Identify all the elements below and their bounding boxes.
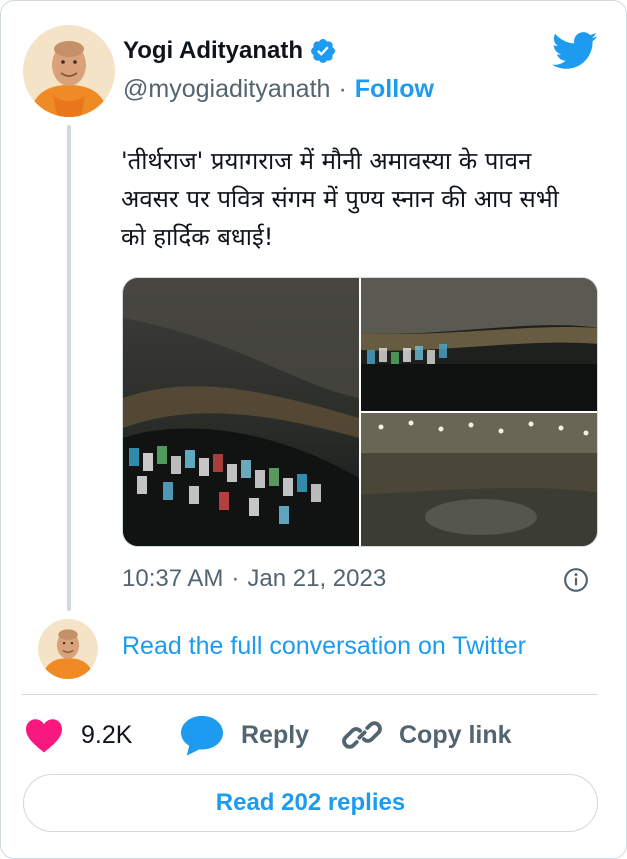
twitter-bird-icon[interactable] bbox=[552, 31, 598, 71]
tweet-timestamp[interactable]: 10:37 AM · Jan 21, 2023 bbox=[122, 565, 592, 593]
read-replies-button[interactable]: Read 202 replies bbox=[23, 774, 598, 832]
media-photo-2[interactable] bbox=[361, 278, 598, 411]
handle-separator: · bbox=[338, 75, 347, 103]
copy-link-button[interactable]: Copy link bbox=[341, 713, 512, 757]
media-photo-3[interactable] bbox=[361, 413, 598, 547]
info-icon[interactable] bbox=[563, 567, 589, 593]
tweet-media-grid[interactable] bbox=[122, 277, 598, 547]
tweet-actions: 9.2K Reply Copy link bbox=[23, 713, 603, 757]
author-avatar[interactable] bbox=[23, 25, 115, 117]
author-name-row: Yogi Adityanath bbox=[123, 37, 337, 65]
author-name[interactable]: Yogi Adityanath bbox=[123, 37, 303, 65]
follow-button[interactable]: Follow bbox=[355, 75, 434, 104]
heart-icon bbox=[26, 719, 62, 753]
author-handle[interactable]: @myogiadityanath bbox=[123, 75, 330, 104]
reply-button[interactable]: Reply bbox=[179, 713, 309, 757]
thread-line bbox=[67, 125, 71, 611]
tweet-time: 10:37 AM bbox=[122, 565, 224, 592]
copy-link-label: Copy link bbox=[399, 720, 512, 749]
like-count: 9.2K bbox=[81, 720, 133, 749]
tweet-card: Yogi Adityanath @myogiadityanath · Follo… bbox=[0, 0, 627, 859]
author-handle-row: @myogiadityanath · Follow bbox=[123, 75, 434, 104]
divider bbox=[22, 694, 598, 695]
read-full-conversation-link[interactable]: Read the full conversation on Twitter bbox=[122, 632, 526, 661]
like-button[interactable]: 9.2K bbox=[23, 713, 132, 757]
verified-badge-icon bbox=[311, 39, 335, 63]
reader-avatar bbox=[38, 619, 98, 679]
time-separator: · bbox=[231, 565, 240, 592]
speech-bubble-icon bbox=[181, 715, 223, 756]
media-photo-1[interactable] bbox=[123, 278, 359, 547]
reply-label: Reply bbox=[241, 720, 310, 749]
tweet-date: Jan 21, 2023 bbox=[247, 565, 387, 592]
link-icon bbox=[342, 721, 382, 749]
tweet-text: 'तीर्थराज' प्रयागराज में मौनी अमावस्या क… bbox=[121, 147, 559, 251]
